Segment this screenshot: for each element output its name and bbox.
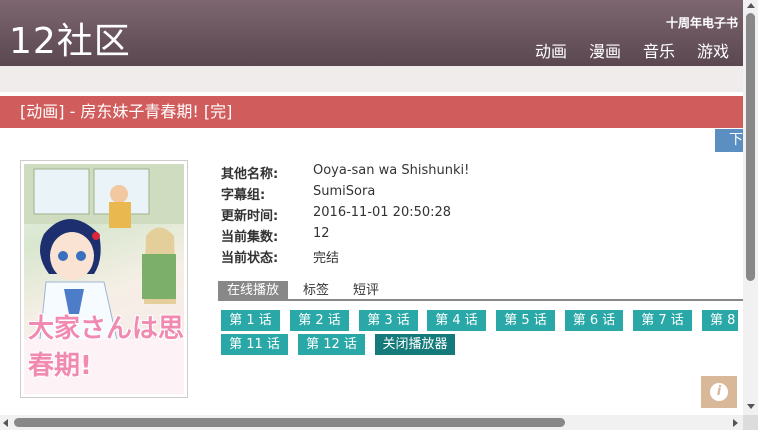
tab-online-play[interactable]: 在线播放 <box>218 281 289 299</box>
info-value: 12 <box>313 226 330 241</box>
nav-games[interactable]: 游戏 <box>697 38 729 62</box>
info-row-status: 当前状态: 完结 <box>221 247 469 268</box>
close-player-button[interactable]: 关闭播放器 <box>375 334 455 355</box>
info-key: 当前集数: <box>221 230 279 245</box>
nav-anime[interactable]: 动画 <box>535 38 567 62</box>
cover-art: 大家さんは思春期! <box>24 164 184 394</box>
vertical-scrollbar[interactable] <box>743 0 758 415</box>
info-row-subgroup: 字幕组: SumiSora <box>221 184 469 205</box>
info-key: 字幕组: <box>221 188 266 203</box>
site-logo[interactable]: 12社区 <box>9 12 131 64</box>
info-icon: i <box>710 383 728 401</box>
nav-manga[interactable]: 漫画 <box>589 38 621 62</box>
horizontal-scrollbar[interactable] <box>0 415 743 430</box>
info-key: 更新时间: <box>221 209 279 224</box>
tab-comments[interactable]: 短评 <box>344 281 388 299</box>
info-value: 2016-11-01 20:50:28 <box>313 205 452 220</box>
page-title: [动画] - 房东妹子青春期! [完] <box>0 96 743 128</box>
cover-image: 大家さんは思春期! <box>20 160 188 398</box>
nav-music[interactable]: 音乐 <box>643 38 675 62</box>
scroll-down-icon[interactable] <box>747 404 755 409</box>
info-row-alias: 其他名称: Ooya-san wa Shishunki! <box>221 163 469 184</box>
tab-bar: 在线播放 标签 短评 <box>218 281 743 301</box>
info-key: 其他名称: <box>221 167 279 182</box>
episode-button[interactable]: 第 3 话 <box>359 310 418 331</box>
episode-button[interactable]: 第 4 话 <box>427 310 486 331</box>
info-list: 其他名称: Ooya-san wa Shishunki! 字幕组: SumiSo… <box>221 163 469 268</box>
download-button[interactable]: 下 <box>715 129 743 152</box>
episode-button[interactable]: 第 8 话 <box>702 310 738 331</box>
info-value: 完结 <box>313 251 340 266</box>
horizontal-scroll-thumb[interactable] <box>14 418 565 427</box>
promo-link[interactable]: 十周年电子书 <box>666 14 738 31</box>
info-value: Ooya-san wa Shishunki! <box>313 163 470 178</box>
scroll-up-icon[interactable] <box>747 3 755 8</box>
site-header: 12社区 十周年电子书 动画 漫画 音乐 游戏 <box>0 0 743 66</box>
scrollbar-corner <box>743 415 758 430</box>
episode-button[interactable]: 第 6 话 <box>565 310 623 331</box>
episode-button[interactable]: 第 12 话 <box>298 334 365 355</box>
info-row-episodes: 当前集数: 12 <box>221 226 469 247</box>
info-value: SumiSora <box>313 184 376 199</box>
episode-button[interactable]: 第 7 话 <box>633 310 692 331</box>
episode-button[interactable]: 第 1 话 <box>221 310 280 331</box>
sub-bar <box>0 66 743 92</box>
tab-tags[interactable]: 标签 <box>294 281 338 299</box>
episode-button[interactable]: 第 2 话 <box>290 310 349 331</box>
scroll-left-icon[interactable] <box>3 419 8 427</box>
scroll-right-icon[interactable] <box>733 419 738 427</box>
info-key: 当前状态: <box>221 251 279 266</box>
episode-button[interactable]: 第 5 话 <box>496 310 555 331</box>
episode-button[interactable]: 第 11 话 <box>221 334 288 355</box>
cover-title-art: 大家さんは思春期! <box>28 314 184 381</box>
info-button[interactable]: i <box>701 376 737 408</box>
vertical-scroll-thumb[interactable] <box>746 13 755 281</box>
info-row-updated: 更新时间: 2016-11-01 20:50:28 <box>221 205 469 226</box>
main-nav: 动画 漫画 音乐 游戏 <box>535 38 729 62</box>
